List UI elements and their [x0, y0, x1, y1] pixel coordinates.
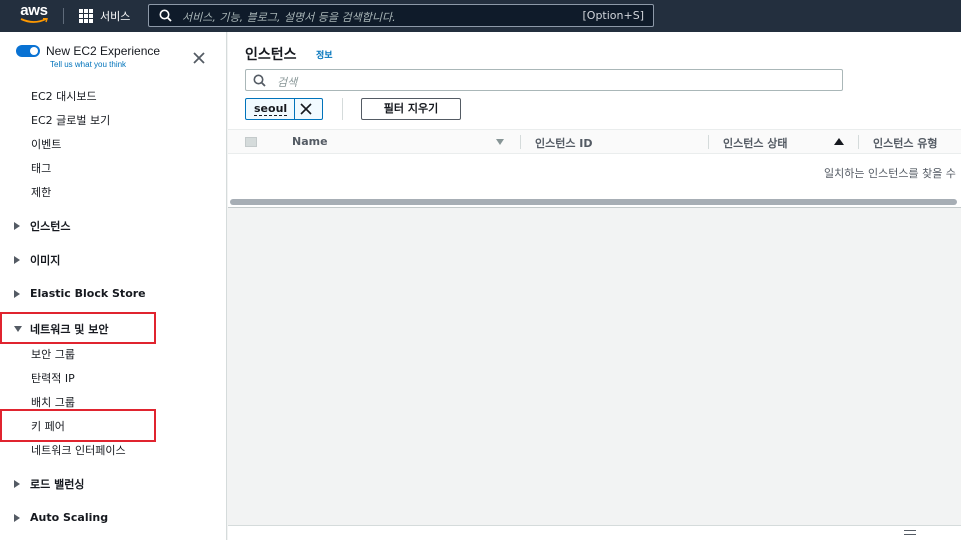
new-experience-toggle[interactable]: [16, 45, 40, 57]
page-title: 인스턴스: [245, 47, 297, 63]
column-divider[interactable]: [858, 135, 859, 149]
table-header: Name 인스턴스 ID 인스턴스 상태 인스턴스 유형: [228, 129, 961, 154]
aws-logo[interactable]: aws: [16, 2, 52, 28]
divider: [63, 8, 64, 24]
caret-right-icon: [14, 256, 20, 264]
caret-right-icon: [14, 480, 20, 488]
section-label: 이미지: [30, 254, 61, 267]
sort-desc-icon[interactable]: [496, 139, 504, 145]
search-shortcut: [Option+S]: [582, 9, 645, 22]
sidebar-item-ec2-global-view[interactable]: EC2 글로벌 보기: [31, 112, 110, 128]
sidebar-item-events[interactable]: 이벤트: [31, 136, 61, 152]
column-header-instance-state[interactable]: 인스턴스 상태: [723, 135, 788, 151]
column-header-instance-type[interactable]: 인스턴스 유형: [873, 135, 938, 151]
sidebar-section-ebs[interactable]: Elastic Block Store: [14, 287, 146, 300]
section-label: 로드 밸런싱: [30, 478, 85, 491]
global-search-input[interactable]: 서비스, 기능, 블로그, 설명서 등을 검색합니다. [Option+S]: [148, 4, 654, 27]
column-header-name[interactable]: Name: [292, 135, 328, 148]
filter-token[interactable]: seoul: [245, 98, 323, 120]
select-all-checkbox[interactable]: [245, 137, 257, 147]
aws-logo-text: aws: [20, 2, 48, 19]
section-label: Elastic Block Store: [30, 287, 146, 300]
sort-asc-icon[interactable]: [834, 138, 844, 145]
column-divider[interactable]: [708, 135, 709, 149]
top-navigation: aws 서비스 서비스, 기능, 블로그, 설명서 등을 검색합니다. [Opt…: [0, 0, 961, 32]
column-header-instance-id[interactable]: 인스턴스 ID: [535, 135, 593, 151]
sidebar-item-elastic-ips[interactable]: 탄력적 IP: [31, 370, 75, 386]
services-menu-button[interactable]: 서비스: [79, 8, 130, 24]
grid-icon: [79, 9, 93, 23]
sidebar-section-images[interactable]: 이미지: [14, 252, 60, 268]
filter-token-label: seoul: [254, 102, 288, 116]
section-label: 인스턴스: [30, 220, 71, 233]
sidebar-item-ec2-dashboard[interactable]: EC2 대시보드: [31, 88, 97, 104]
column-divider[interactable]: [520, 135, 521, 149]
sidebar-item-limits[interactable]: 제한: [31, 184, 51, 200]
instances-panel: 인스턴스 정보 검색 seoul 필터 지우기 Name 인스턴스 ID 인스턴…: [228, 32, 961, 196]
sidebar-section-auto-scaling[interactable]: Auto Scaling: [14, 511, 108, 524]
sidebar-section-load-balancing[interactable]: 로드 밸런싱: [14, 476, 84, 492]
search-placeholder: 검색: [277, 76, 298, 89]
section-label: Auto Scaling: [30, 511, 109, 524]
caret-right-icon: [14, 289, 20, 298]
sidebar: New EC2 Experience Tell us what you thin…: [0, 32, 227, 540]
services-label: 서비스: [100, 10, 131, 23]
drag-handle-icon[interactable]: [904, 530, 916, 538]
remove-filter-icon[interactable]: [298, 101, 314, 117]
sidebar-item-network-interfaces[interactable]: 네트워크 인터페이스: [31, 442, 126, 458]
new-experience-label: New EC2 Experience: [46, 44, 161, 58]
clear-filters-button[interactable]: 필터 지우기: [361, 98, 461, 120]
sidebar-item-tags[interactable]: 태그: [31, 160, 51, 176]
divider: [342, 98, 343, 120]
caret-right-icon: [14, 513, 20, 522]
feedback-link[interactable]: Tell us what you think: [50, 60, 126, 69]
close-icon[interactable]: [191, 50, 207, 66]
info-link[interactable]: 정보: [316, 48, 333, 61]
sidebar-item-placement-groups[interactable]: 배치 그룹: [31, 394, 75, 410]
caret-right-icon: [14, 222, 20, 230]
divider: [294, 99, 295, 119]
empty-state-message: 일치하는 인스턴스를 찾을 수: [824, 167, 956, 180]
sidebar-item-security-groups[interactable]: 보안 그룹: [31, 346, 75, 362]
search-icon: [253, 74, 266, 87]
sidebar-section-instances[interactable]: 인스턴스: [14, 218, 70, 234]
highlight-box: [0, 409, 156, 442]
highlight-box: [0, 312, 156, 344]
scrollbar-thumb[interactable]: [230, 199, 957, 205]
search-placeholder: 서비스, 기능, 블로그, 설명서 등을 검색합니다.: [182, 11, 396, 24]
split-panel-bar: [228, 525, 961, 540]
search-icon: [159, 9, 172, 22]
main-content: 인스턴스 정보 검색 seoul 필터 지우기 Name 인스턴스 ID 인스턴…: [228, 32, 961, 540]
horizontal-scrollbar[interactable]: [228, 196, 961, 208]
instance-search-input[interactable]: 검색: [245, 69, 843, 91]
